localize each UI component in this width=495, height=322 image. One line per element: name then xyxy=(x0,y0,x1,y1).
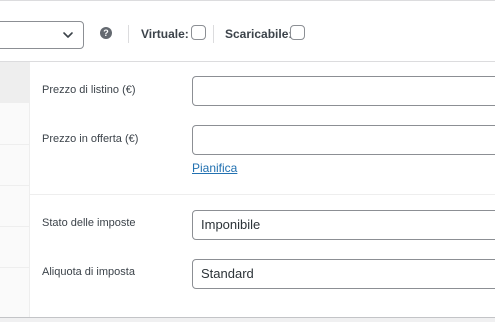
tax-status-label: Stato delle imposte xyxy=(42,217,136,229)
schedule-sale-link[interactable]: Pianifica xyxy=(192,161,237,175)
tab-divider xyxy=(0,267,30,268)
virtual-checkbox[interactable] xyxy=(191,25,206,40)
help-icon[interactable]: ? xyxy=(100,27,112,39)
regular-price-input[interactable] xyxy=(192,76,495,106)
tab-divider xyxy=(0,226,30,227)
virtual-label: Virtuale: xyxy=(141,27,189,41)
tax-class-select[interactable]: Standard xyxy=(192,259,495,289)
header-separator xyxy=(128,25,129,43)
downloadable-label: Scaricabile: xyxy=(225,27,293,41)
product-data-tabs xyxy=(0,62,30,317)
regular-price-label: Prezzo di listino (€) xyxy=(42,84,136,96)
sale-price-input[interactable] xyxy=(192,125,495,155)
tab-divider xyxy=(0,144,30,145)
product-data-header: ? Virtuale: Scaricabile: xyxy=(0,10,495,62)
tax-class-label: Aliquota di imposta xyxy=(42,266,135,278)
product-data-panel: ? Virtuale: Scaricabile: Prezzo di listi… xyxy=(0,0,495,318)
section-divider xyxy=(30,194,495,195)
header-separator xyxy=(213,25,214,43)
downloadable-checkbox[interactable] xyxy=(290,25,305,40)
tax-status-select[interactable]: Imponibile xyxy=(192,210,495,240)
tab-general[interactable] xyxy=(0,62,30,103)
product-type-select[interactable] xyxy=(0,21,84,49)
tab-divider xyxy=(0,185,30,186)
sale-price-label: Prezzo in offerta (€) xyxy=(42,133,139,145)
chevron-down-icon xyxy=(63,32,73,38)
